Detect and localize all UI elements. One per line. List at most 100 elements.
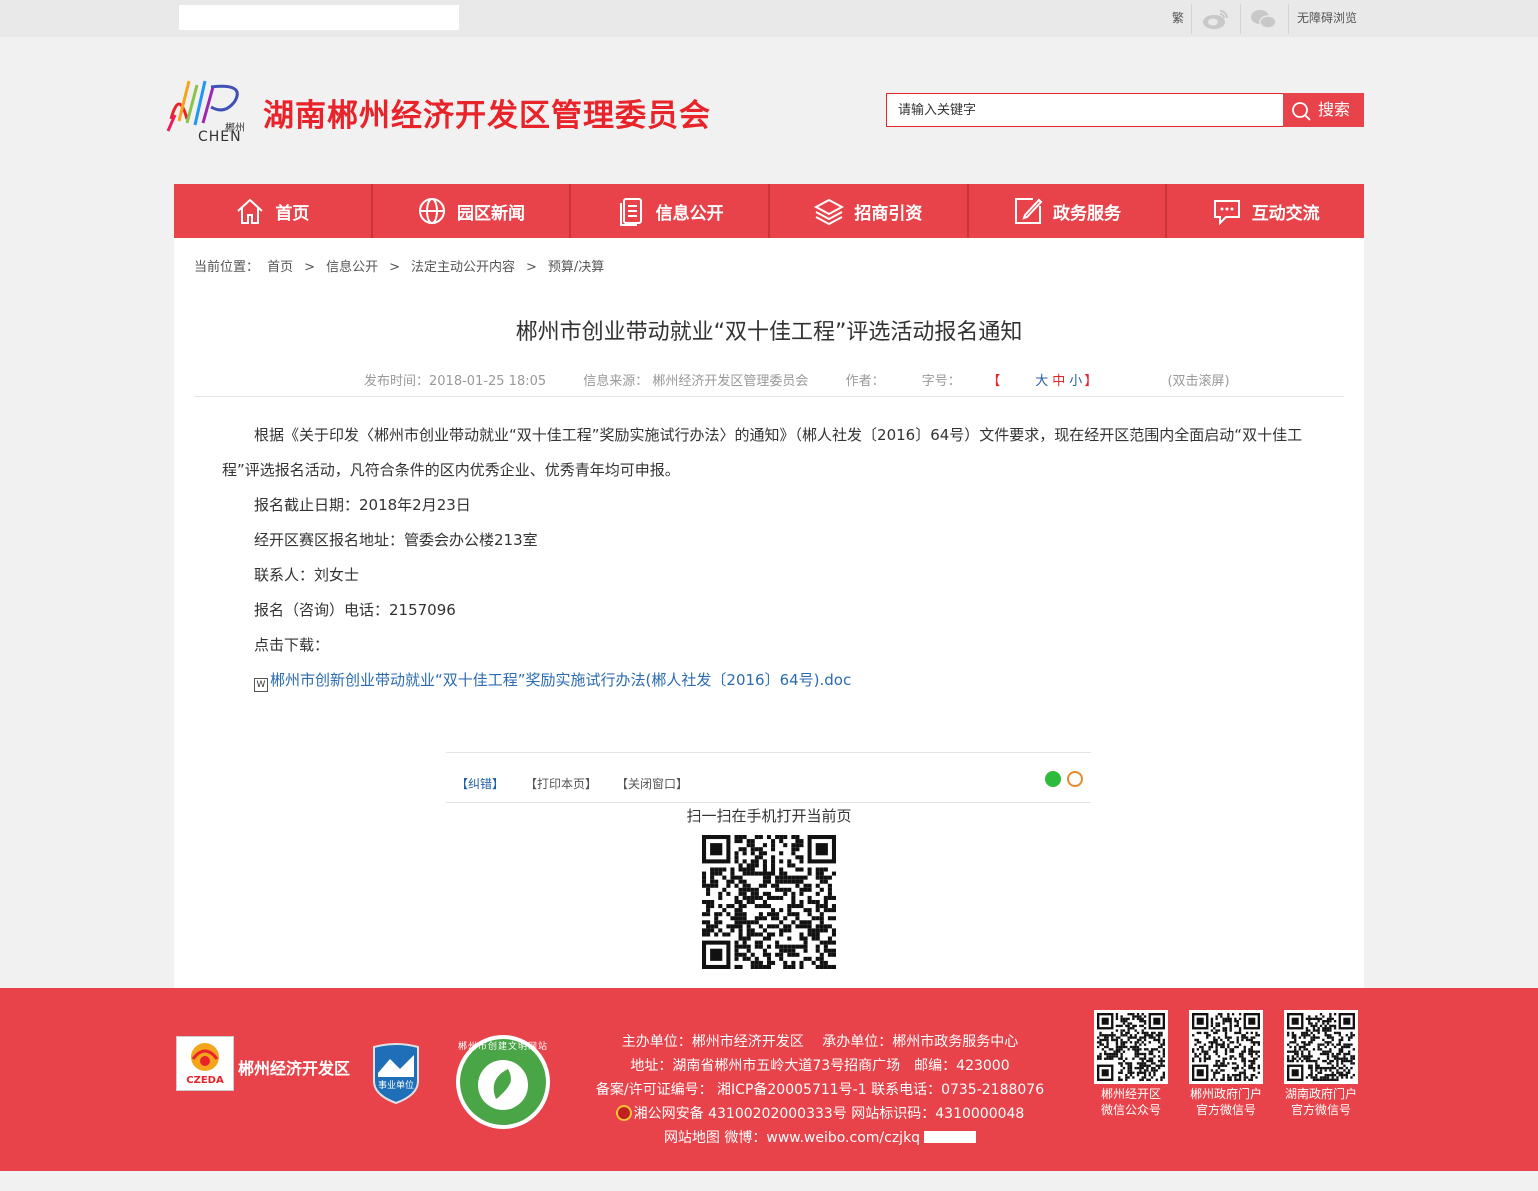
weibo-share-icon[interactable] [1067,771,1083,787]
nav-item-interaction[interactable]: 互动交流 [1167,184,1364,238]
publish-time: 发布时间：2018-01-25 18:05 [364,374,547,389]
footer-sitemap-line[interactable]: 网站地图 微博：www.weibo.com/czjkq [590,1126,1050,1150]
paragraph: 根据《关于印发〈郴州市创业带动就业“双十佳工程”奖励实施试行办法〉的通知》（郴人… [222,426,1303,479]
top-bar: 繁 无障碍浏览 [0,0,1538,37]
qr-wechat-hunan-gov: 湖南政府门户 官方微信号 [1284,1010,1358,1118]
nav-item-info-public[interactable]: 信息公开 [571,184,771,238]
breadcrumb-item[interactable]: 预算/决算 [548,260,604,275]
paragraph: 报名（咨询）电话：2157096 [254,601,456,619]
print-button[interactable]: 【打印本页】 [525,775,597,792]
bottom-strip [0,1171,1538,1191]
main-nav: 首页 园区新闻 信息公开 招商引资 政务服务 互动交流 [174,184,1364,238]
public-institution-badge[interactable]: 事业单位 [370,1043,422,1105]
breadcrumb-separator: > [526,260,537,275]
search-input[interactable] [886,93,1284,127]
divider [1191,4,1192,34]
article-body: 根据《关于印发〈郴州市创业带动就业“双十佳工程”奖励实施试行办法〉的通知》（郴人… [222,418,1312,698]
wechat-icon[interactable] [1248,0,1280,37]
divider [194,396,1344,397]
qr-caption-line2: 微信公众号 [1100,1103,1161,1117]
article-source: 信息来源： 郴州经济开发区管理委员会 [583,374,809,389]
breadcrumb-separator: > [389,260,400,275]
civilized-website-seal[interactable]: 郴州市创建文明网站 [454,1033,552,1131]
breadcrumb: 当前位置： 首页 > 信息公开 > 法定主动公开内容 > 预算/决算 [194,256,604,275]
qr-wechat-czjkq: 郴州经开区 微信公众号 [1094,1010,1168,1118]
qr-code-image [1097,1013,1165,1081]
nav-item-gov-service[interactable]: 政务服务 [969,184,1168,238]
font-size-medium-button[interactable]: 中 [1052,374,1065,389]
article-tools: 【纠错】 【打印本页】 【关闭窗口】 [446,752,1091,803]
badge-text: 事业单位 [377,1081,414,1091]
breadcrumb-item[interactable]: 信息公开 [326,260,378,275]
globe-icon [419,198,445,224]
close-window-button[interactable]: 【关闭窗口】 [616,775,688,792]
footer: CZEDA 郴州经济开发区 事业单位 郴州市创建文明网站 主办单位：郴州市经济开… [0,988,1538,1171]
divider [1240,4,1241,34]
attachment-name: 郴州市创新创业带动就业“双十佳工程”奖励实施试行办法(郴人社发〔2016〕64号… [270,671,852,689]
qr-caption-line1: 郴州政府门户 [1189,1087,1262,1101]
nav-label: 互动交流 [1251,203,1320,224]
nav-label: 首页 [275,203,310,224]
nav-item-home[interactable]: 首页 [174,184,373,238]
footer-police-line[interactable]: 湘公网安备 43100202000333号 网站标识码：4310000048 [590,1102,1050,1126]
doc-file-icon: W [254,678,268,692]
article-meta: 发布时间：2018-01-25 18:05 信息来源： 郴州经济开发区管理委员会… [364,370,1263,389]
paragraph: 联系人：刘女士 [254,566,360,584]
nav-label: 信息公开 [655,203,724,224]
paragraph: 点击下载： [254,636,330,654]
search-button[interactable]: 搜索 [1283,93,1364,127]
edit-icon [1015,198,1043,224]
nav-item-investment[interactable]: 招商引资 [770,184,969,238]
divider [1288,4,1289,34]
qr-caption-line1: 湖南政府门户 [1284,1087,1357,1101]
czeda-text: CZEDA [186,1075,224,1086]
paragraph: 报名截止日期：2018年2月23日 [254,496,471,514]
footer-info: 主办单位：郴州市经济开发区 承办单位：郴州市政务服务中心 地址：湖南省郴州市五岭… [590,1030,1050,1150]
layers-icon [814,198,845,226]
scroll-hint[interactable]: (双击滚屏) [1167,374,1229,389]
qr-code-image [1287,1013,1355,1081]
breadcrumb-prefix: 当前位置： [194,260,260,275]
seal-text: 郴州市创建文明网站 [457,1042,548,1052]
weibo-icon[interactable] [1200,0,1232,37]
font-size-control: 字号： 【 大中小】 [922,374,1131,389]
footer-line: 地址：湖南省郴州市五岭大道73号招商广场 邮编：423000 [630,1058,1010,1074]
footer-line: 备案/许可证编号： 湘ICP备20005711号-1 联系电话：0735-218… [595,1082,1045,1098]
qr-caption-line2: 官方微信号 [1290,1103,1351,1117]
breadcrumb-item[interactable]: 法定主动公开内容 [411,260,515,275]
top-blank-box [179,5,459,30]
czeda-logo: CZEDA [176,1036,234,1091]
home-icon [237,198,264,224]
site-title: 湖南郴州经济开发区管理委员会 [263,98,711,134]
breadcrumb-item[interactable]: 首页 [267,260,293,275]
accessibility-link[interactable]: 无障碍浏览 [1296,0,1358,37]
footer-org-name: 郴州经济开发区 [238,1059,351,1078]
article-title: 郴州市创业带动就业“双十佳工程”评选活动报名通知 [515,320,1023,345]
nav-label: 招商引资 [854,203,923,224]
police-badge-icon [615,1105,632,1121]
nav-item-park-news[interactable]: 园区新闻 [373,184,572,238]
site-logo[interactable]: 郴州 CHEN [165,75,251,147]
chat-icon [1213,200,1240,226]
cnzz-stat-icon[interactable] [924,1131,977,1143]
wechat-share-icon[interactable] [1045,771,1061,787]
paragraph: 经开区赛区报名地址：管委会办公楼213室 [254,531,538,549]
sitemap-weibo-text: 网站地图 微博：www.weibo.com/czjkq [663,1130,921,1146]
qr-wechat-chenzhou-gov: 郴州政府门户 官方微信号 [1189,1010,1263,1118]
scan-text: 扫一扫在手机打开当前页 [686,807,852,825]
article-author: 作者： [845,374,885,389]
traditional-chinese-button[interactable]: 繁 [1168,0,1188,37]
breadcrumb-separator: > [304,260,316,275]
bracket: 】 [1084,374,1098,389]
qr-caption-line2: 官方微信号 [1195,1103,1256,1117]
font-size-small-button[interactable]: 小 [1069,374,1082,389]
correct-button[interactable]: 【纠错】 [456,775,504,792]
content-panel: 当前位置： 首页 > 信息公开 > 法定主动公开内容 > 预算/决算 郴州市创业带动就业“双… [174,238,1364,988]
qr-caption-line1: 郴州经开区 [1100,1087,1161,1101]
font-size-large-button[interactable]: 大 [1035,374,1048,389]
bracket: 【 [993,374,1001,389]
search-icon [1292,102,1311,121]
attachment-link[interactable]: W 郴州市创新创业带动就业“双十佳工程”奖励实施试行办法(郴人社发〔2016〕64… [222,663,1312,698]
qr-code-image [1192,1013,1260,1081]
search-button-label: 搜索 [1318,100,1351,119]
